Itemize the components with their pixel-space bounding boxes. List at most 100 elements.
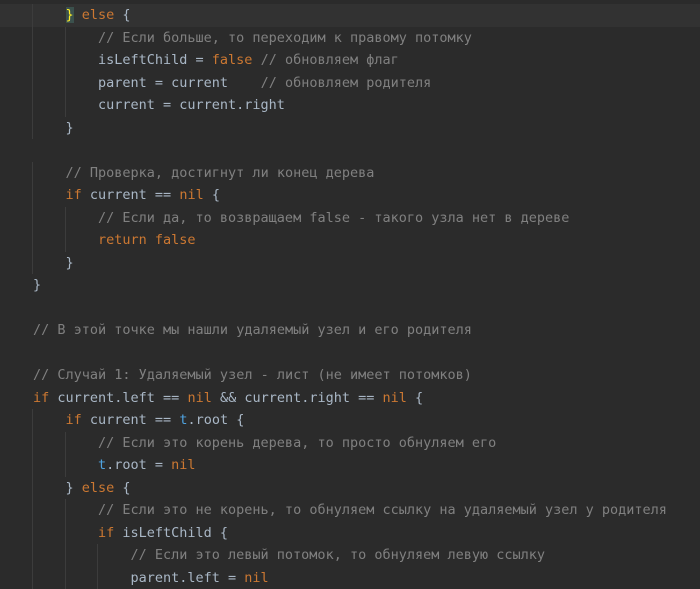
code-text: parent = current // обновляем родителя xyxy=(98,72,431,95)
code-text: } xyxy=(66,117,74,140)
comment-token: // Если да, то возвращаем false - такого… xyxy=(98,209,570,226)
code-text: } else { xyxy=(65,4,131,27)
code-line[interactable]: // Если это корень дерева, то просто обн… xyxy=(0,431,700,454)
code-token: } xyxy=(65,254,74,271)
code-text: t.root = nil xyxy=(98,454,196,477)
code-line[interactable]: } else { xyxy=(0,4,700,27)
code-line[interactable]: parent = current // обновляем родителя xyxy=(0,71,700,95)
indent-guide xyxy=(64,26,66,49)
code-token: { xyxy=(114,479,131,496)
indent-guide xyxy=(32,26,33,49)
code-token: current.left == xyxy=(49,389,188,406)
indent-guide xyxy=(64,71,66,94)
code-text: // В этой точке мы нашли удаляемый узел … xyxy=(33,319,472,342)
code-line[interactable]: } xyxy=(0,251,700,275)
indent-guide xyxy=(64,499,66,522)
code-text: } xyxy=(66,252,74,275)
indent-guide xyxy=(64,566,66,589)
indent-guide xyxy=(32,94,33,117)
code-line[interactable]: parent.left = nil xyxy=(0,566,700,589)
code-line[interactable]: // Проверка, достигнут ли конец дерева xyxy=(0,161,700,184)
comment-token: // Если больше, то переходим к правому п… xyxy=(98,29,472,46)
indent-guide xyxy=(64,229,66,252)
indent-guide xyxy=(32,71,33,94)
indent-guide xyxy=(32,184,33,207)
keyword-token: if xyxy=(98,524,115,541)
code-line[interactable]: // Если это не корень, то обнуляем ссылк… xyxy=(0,499,700,522)
comment-token: // Случай 1: Удаляемый узел - лист (не и… xyxy=(33,367,472,383)
code-line[interactable]: if current.left == nil && current.right … xyxy=(0,387,700,410)
code-line[interactable]: if isLeftChild { xyxy=(0,521,700,545)
comment-token: // Если это левый потомок, то обнуляем л… xyxy=(130,547,546,563)
indent-guide xyxy=(32,431,33,454)
code-text: if current == nil { xyxy=(66,184,220,207)
code-token: isLeftChild = xyxy=(98,52,212,68)
code-token: parent.left = xyxy=(130,569,245,586)
code-text: // Если да, то возвращаем false - такого… xyxy=(98,207,569,230)
keyword-token: else xyxy=(81,479,115,496)
code-text: if current.left == nil && current.right … xyxy=(33,387,423,410)
code-line[interactable]: // Если больше, то переходим к правому п… xyxy=(0,26,700,50)
code-line[interactable]: } xyxy=(0,274,700,297)
code-text: parent.left = nil xyxy=(131,567,269,589)
code-line[interactable]: // Случай 1: Удаляемый узел - лист (не и… xyxy=(0,364,700,387)
code-token: && current.right == xyxy=(211,389,383,406)
code-line[interactable]: } else { xyxy=(0,476,700,499)
code-line[interactable]: // Если это левый потомок, то обнуляем л… xyxy=(0,544,700,567)
code-text: // Случай 1: Удаляемый узел - лист (не и… xyxy=(33,364,472,387)
indent-guide xyxy=(32,4,33,27)
keyword-token: return false xyxy=(98,232,196,248)
code-line[interactable]: return false xyxy=(0,229,700,252)
code-line[interactable]: isLeftChild = false // обновляем флаг xyxy=(0,49,700,72)
code-token: .root = xyxy=(106,457,172,473)
code-line[interactable]: // В этой точке мы нашли удаляемый узел … xyxy=(0,319,700,342)
code-text: // Если больше, то переходим к правому п… xyxy=(98,27,472,50)
parameter-token: t xyxy=(98,457,107,473)
code-token: { xyxy=(203,187,220,203)
comment-token: // В этой точке мы нашли удаляемый узел … xyxy=(33,322,472,338)
code-token: current = current.right xyxy=(98,97,285,113)
code-line[interactable]: if current == t.root { xyxy=(0,409,700,432)
keyword-token: else xyxy=(81,7,115,23)
comment-token: // Если это не корень, то обнуляем ссылк… xyxy=(98,502,667,518)
keyword-token: nil xyxy=(382,389,407,406)
keyword-token: if xyxy=(65,412,82,428)
code-text: // Если это не корень, то обнуляем ссылк… xyxy=(98,499,667,522)
code-line[interactable] xyxy=(0,139,700,162)
comment-token: // Проверка, достигнут ли конец дерева xyxy=(65,164,375,181)
keyword-token: if xyxy=(33,389,50,406)
code-text: // Если это левый потомок, то обнуляем л… xyxy=(131,544,546,567)
code-line[interactable] xyxy=(0,297,700,320)
code-text: } xyxy=(33,274,41,297)
indent-guide xyxy=(64,94,66,117)
code-line[interactable]: t.root = nil xyxy=(0,454,700,477)
code-text: if isLeftChild { xyxy=(98,522,228,545)
code-token: isLeftChild { xyxy=(114,524,229,541)
code-line[interactable] xyxy=(0,342,700,365)
code-editor[interactable]: } else { // Если больше, то переходим к п… xyxy=(0,4,700,589)
keyword-token: nil xyxy=(244,569,269,586)
indent-guide xyxy=(32,566,33,589)
code-token: } xyxy=(65,119,74,136)
indent-guide xyxy=(64,544,66,567)
keyword-token: false xyxy=(211,52,253,68)
code-line[interactable]: current = current.right xyxy=(0,94,700,117)
indent-guide xyxy=(64,431,66,454)
indent-guide xyxy=(32,544,33,567)
code-token: } xyxy=(33,277,42,293)
code-text: return false xyxy=(98,229,196,252)
indent-guide xyxy=(64,521,66,544)
code-line[interactable]: if current == nil { xyxy=(0,184,700,207)
indent-guide xyxy=(32,251,33,274)
indent-guide xyxy=(32,499,33,522)
indent-guide xyxy=(32,454,33,477)
indent-guide xyxy=(32,521,33,544)
indent-guide xyxy=(64,206,66,229)
indent-guide xyxy=(97,544,98,567)
matched-brace-token: } xyxy=(65,7,74,23)
indent-guide xyxy=(32,116,33,139)
code-line[interactable]: } xyxy=(0,116,700,140)
indent-guide xyxy=(97,566,98,589)
code-line[interactable]: // Если да, то возвращаем false - такого… xyxy=(0,206,700,230)
